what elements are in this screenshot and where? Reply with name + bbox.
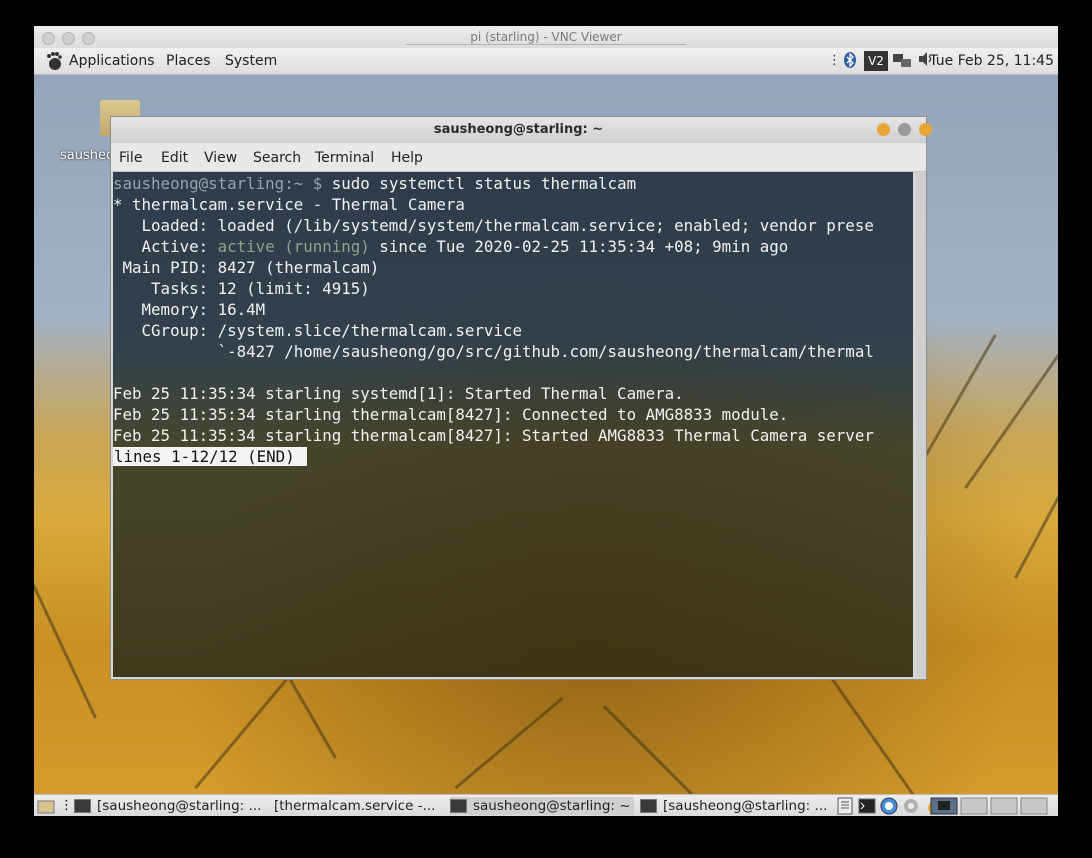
terminal-menubar: File Edit View Search Terminal Help [111, 143, 926, 172]
log-line: Feb 25 11:35:34 starling thermalcam[8427… [113, 426, 874, 445]
terminal-icon [74, 799, 91, 813]
panel-clock[interactable]: Tue Feb 25, 11:45 [929, 53, 1054, 69]
output-line: * thermalcam.service - Thermal Camera [113, 195, 465, 214]
output-line: Tasks: 12 (limit: 4915) [113, 279, 370, 298]
taskbar-item[interactable]: [thermalcam.service -... [274, 797, 444, 815]
taskbar-item-label: [thermalcam.service -... [274, 798, 436, 814]
terminal-window: sausheong@starling: ~ File Edit View Sea… [110, 116, 932, 680]
terminal-icon [640, 799, 657, 813]
terminal-icon [450, 799, 467, 813]
output-line: Active: active (running) since Tue 2020-… [113, 236, 789, 257]
terminal-title: sausheong@starling: ~ [433, 122, 604, 137]
menu-file[interactable]: File [119, 150, 142, 166]
bluetooth-icon[interactable] [840, 51, 860, 71]
output-line: Loaded: loaded (/lib/systemd/system/ther… [113, 216, 874, 235]
active-state: active (running) [217, 237, 370, 256]
output-line: Memory: 16.4M [113, 300, 266, 319]
more-icon[interactable]: ⋮ [60, 797, 73, 815]
taskbar-item[interactable]: [sausheong@starling: ... [640, 797, 826, 815]
vnc-icon[interactable]: V2 [864, 51, 888, 71]
menu-terminal[interactable]: Terminal [315, 150, 374, 166]
maximize-button[interactable] [898, 123, 911, 136]
browser-icon[interactable] [880, 797, 898, 815]
taskbar-item-active[interactable]: sausheong@starling: ~ [450, 797, 634, 815]
terminal-titlebar[interactable]: sausheong@starling: ~ [111, 117, 932, 143]
minimize-button[interactable] [877, 123, 890, 136]
title-divider [406, 44, 686, 47]
menu-edit[interactable]: Edit [161, 150, 188, 166]
active-since: since Tue 2020-02-25 11:35:34 +08; 9min … [369, 237, 789, 256]
output-line: Main PID: 8427 (thermalcam) [113, 258, 380, 277]
vnc-viewer-window: pi (starling) - VNC Viewer Applications … [34, 26, 1058, 816]
taskbar-item-label: [sausheong@starling: ... [97, 798, 260, 814]
command-line: sausheong@starling:~ $ sudo systemctl st… [113, 173, 636, 194]
settings-gear-icon[interactable] [902, 797, 920, 815]
pager-status: lines 1-12/12 (END) [113, 446, 307, 467]
log-line: Feb 25 11:35:34 starling thermalcam[8427… [113, 405, 789, 424]
shell-prompt: sausheong@starling:~ $ [113, 174, 323, 193]
bottom-panel: ⋮ [sausheong@starling: ... [thermalcam.s… [34, 794, 1058, 816]
vnc-titlebar[interactable]: pi (starling) - VNC Viewer [34, 26, 1058, 48]
terminal-scrollbar[interactable] [916, 172, 926, 677]
terminal-launcher-icon[interactable] [858, 797, 876, 815]
menu-view[interactable]: View [204, 150, 237, 166]
menu-applications[interactable]: Applications [69, 53, 155, 69]
shell-command: sudo systemctl status thermalcam [331, 174, 637, 193]
workspace-2[interactable] [960, 797, 988, 815]
more-icon[interactable]: ⋮ [828, 51, 841, 71]
workspace-1[interactable] [930, 797, 958, 815]
taskbar-item-label: sausheong@starling: ~ [473, 798, 631, 814]
menu-help[interactable]: Help [391, 150, 423, 166]
taskbar-item[interactable]: [sausheong@starling: ... [74, 797, 260, 815]
show-desktop-icon[interactable] [37, 797, 55, 815]
output-line: `-8427 /home/sausheong/go/src/github.com… [113, 342, 874, 361]
taskbar-item-label: [sausheong@starling: ... [663, 798, 826, 814]
menu-search[interactable]: Search [253, 150, 301, 166]
top-panel: Applications Places System ⋮ V2 Tue Feb … [34, 48, 1058, 75]
gnome-foot-icon[interactable] [44, 51, 64, 71]
menu-places[interactable]: Places [166, 53, 211, 69]
log-line: Feb 25 11:35:34 starling systemd[1]: Sta… [113, 384, 684, 403]
workspace-4[interactable] [1020, 797, 1048, 815]
text-editor-icon[interactable] [836, 797, 854, 815]
menu-system[interactable]: System [225, 53, 277, 69]
close-button[interactable] [919, 123, 932, 136]
pager-status-text: lines 1-12/12 (END) [113, 447, 307, 466]
output-line: CGroup: /system.slice/thermalcam.service [113, 321, 522, 340]
workspace-3[interactable] [990, 797, 1018, 815]
active-label: Active: [113, 237, 218, 256]
terminal-output[interactable]: sausheong@starling:~ $ sudo systemctl st… [113, 172, 913, 677]
vnc-title: pi (starling) - VNC Viewer [470, 30, 622, 44]
network-icon[interactable] [891, 51, 913, 71]
